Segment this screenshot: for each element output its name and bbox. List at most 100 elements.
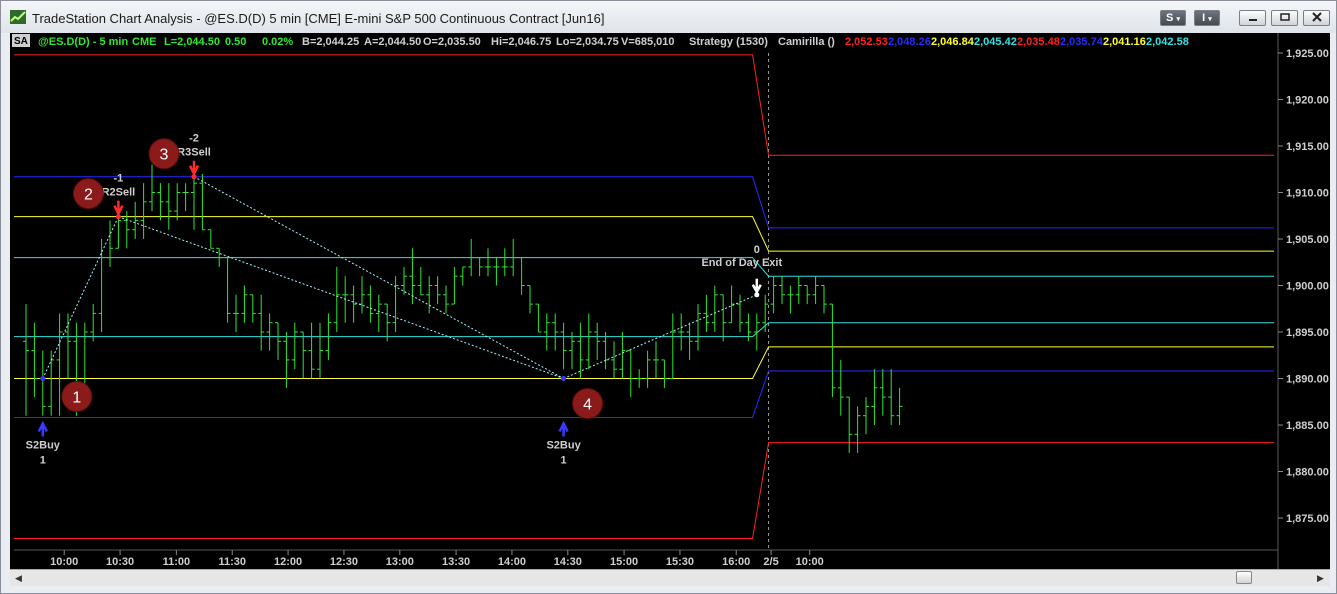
ohlc-bar (535, 303, 542, 333)
ohlc-bar (65, 313, 71, 379)
chart-window: TradeStation Chart Analysis - @ES.D(D) 5… (0, 0, 1337, 594)
restore-button[interactable] (1271, 10, 1298, 26)
ohlc-bar (56, 313, 63, 416)
trade-position: 1 (40, 455, 46, 467)
ohlc-bar (426, 276, 433, 314)
ohlc-bar (493, 257, 500, 286)
trade-label: S2Buy (26, 440, 61, 452)
status-open: O=2,035.50 (423, 36, 481, 48)
ohlc-bar (258, 294, 265, 351)
ohlc-bar (795, 276, 802, 305)
ohlc-bar (669, 313, 676, 379)
x-tick-label: 16:00 (722, 556, 750, 568)
ohlc-bar (812, 276, 819, 305)
y-tick-label: 1,915.00 (1286, 141, 1329, 153)
ohlc-bar (602, 332, 609, 370)
x-tick-label: 10:00 (796, 556, 824, 568)
trade-number-badge: 4 (572, 388, 604, 419)
indicator-label: I (1202, 12, 1206, 24)
ohlc-bar (443, 285, 449, 314)
ohlc-bar (107, 220, 113, 267)
x-tick-label: 10:30 (106, 556, 134, 568)
status-strategy: Strategy (1530) (689, 36, 768, 48)
trade-entry-dot (115, 214, 121, 220)
x-tick-label: 11:30 (218, 556, 246, 568)
trade-badge-number: 3 (160, 147, 169, 164)
trade-position: 0 (754, 244, 760, 256)
title-bar[interactable]: TradeStation Chart Analysis - @ES.D(D) 5… (1, 1, 1336, 33)
ohlc-bar (199, 173, 206, 231)
ohlc-bar (518, 257, 525, 295)
ohlc-bar (157, 183, 164, 221)
camarilla-value: 2,035.48 (1017, 36, 1060, 48)
x-tick-label: 14:30 (554, 556, 582, 568)
ohlc-bar (459, 266, 466, 286)
ohlc-bar (829, 303, 836, 398)
trade-label: End of Day Exit (701, 257, 782, 269)
ohlc-bar (375, 294, 382, 332)
ohlc-bar (720, 294, 727, 342)
status-change: 0.50 (225, 36, 246, 48)
camarilla-value: 2,052.53 (845, 36, 888, 48)
camarilla-value: 2,048.26 (888, 36, 931, 48)
x-tick-label: 2/5 (763, 556, 778, 568)
ohlc-bar (711, 285, 718, 332)
trade-connector-line (193, 176, 564, 379)
sa-badge-label: SA (14, 36, 28, 47)
status-pct: 0.02% (262, 36, 293, 48)
x-tick-label: 15:00 (610, 556, 638, 568)
close-button[interactable] (1303, 10, 1330, 26)
ohlc-bar (317, 322, 323, 379)
minimize-button[interactable] (1239, 10, 1266, 26)
minimize-icon (1248, 19, 1257, 21)
ohlc-bar (753, 313, 760, 351)
y-tick-label: 1,925.00 (1286, 48, 1329, 60)
horizontal-scrollbar[interactable]: ◀ ▶ (10, 569, 1330, 586)
camarilla-level-line (14, 346, 1274, 379)
scroll-right-arrow-icon[interactable]: ▶ (1313, 571, 1328, 585)
ohlc-bar (501, 248, 508, 277)
ohlc-bar (132, 201, 139, 239)
x-tick-label: 13:00 (386, 556, 414, 568)
ohlc-bar (275, 322, 281, 360)
ohlc-bar (149, 164, 155, 212)
ohlc-bar (678, 313, 685, 351)
ohlc-bar (283, 332, 290, 388)
ohlc-bar (543, 313, 550, 351)
trade-number-badge: 2 (72, 178, 104, 210)
ohlc-bar (98, 239, 105, 332)
chart-area[interactable]: S2Buy 1 1 R2Sell -1 2 R3Sell -2 3 S2Buy 1 4 End of D… (10, 33, 1330, 569)
ohlc-bar (846, 396, 853, 453)
ohlc-bar (569, 332, 575, 370)
camarilla-level-line (14, 216, 1274, 252)
ohlc-bar (367, 285, 374, 323)
trade-label: S2Buy (546, 440, 581, 452)
ohlc-bar (636, 369, 643, 388)
symbol-link-label: S (1166, 12, 1174, 24)
ohlc-bar (703, 294, 710, 332)
scroll-left-arrow-icon[interactable]: ◀ (11, 571, 26, 585)
ohlc-bar (627, 350, 634, 398)
ohlc-bar (23, 304, 29, 416)
indicator-button[interactable]: I ▾ (1194, 10, 1220, 26)
y-tick-label: 1,890.00 (1286, 374, 1329, 386)
symbol-link-button[interactable]: S ▾ (1160, 10, 1186, 26)
trade-badge-number: 1 (72, 390, 81, 407)
status-high: Hi=2,046.75 (491, 36, 551, 48)
trade-entry-dot (191, 174, 197, 180)
ohlc-bar (821, 285, 827, 314)
ohlc-bar (879, 369, 886, 416)
camarilla-level-line (14, 322, 1274, 338)
camarilla-value: 2,035.74 (1060, 36, 1104, 48)
ohlc-bar (611, 341, 617, 379)
ohlc-bar (300, 331, 307, 379)
ohlc-bar (854, 406, 861, 453)
scroll-thumb[interactable] (1236, 571, 1252, 584)
trade-label: R3Sell (177, 147, 211, 159)
ohlc-bar (350, 285, 357, 323)
ohlc-bar (291, 322, 298, 370)
trade-label: R2Sell (102, 187, 136, 199)
price-chart[interactable]: S2Buy 1 1 R2Sell -1 2 R3Sell -2 3 S2Buy 1 4 End of D… (10, 33, 1330, 569)
ohlc-bar (863, 397, 869, 435)
x-tick-label: 13:30 (442, 556, 470, 568)
